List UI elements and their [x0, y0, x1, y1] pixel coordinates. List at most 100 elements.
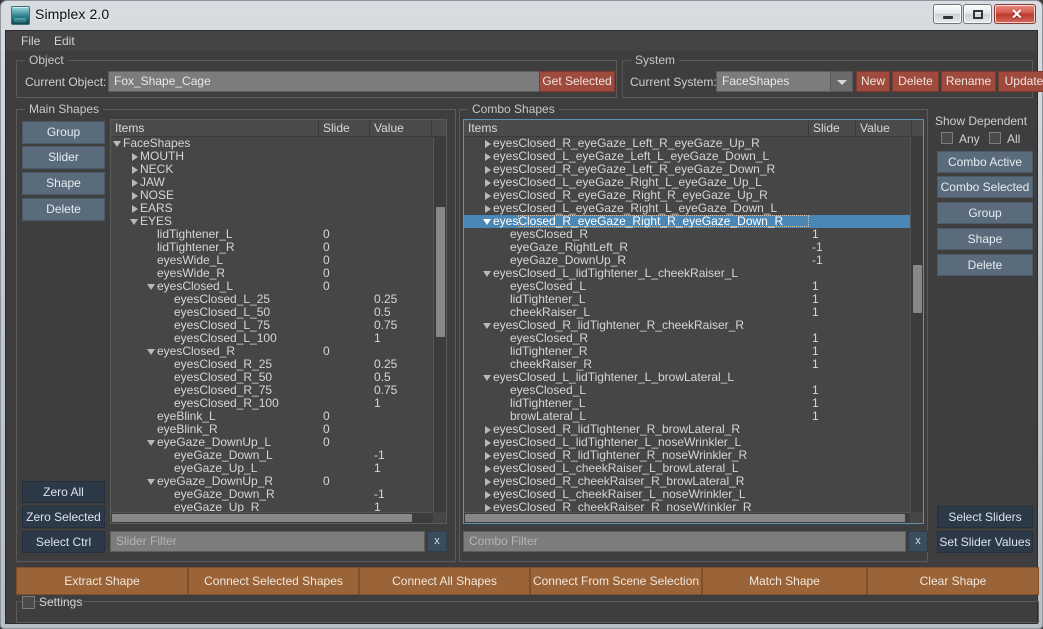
table-row[interactable]: eyesClosed_R_25 0.25	[111, 358, 446, 371]
main-slider-button[interactable]: Slider	[22, 146, 105, 169]
main-tree-vscroll-thumb[interactable]	[436, 207, 445, 337]
chevron-right-icon[interactable]	[483, 163, 492, 176]
select-ctrl-button[interactable]: Select Ctrl	[22, 531, 105, 553]
current-system-combobox[interactable]: FaceShapes	[716, 71, 831, 92]
main-tree-body[interactable]: FaceShapes MOUTH NECK JAW NOSE EARS EYES lidTig…	[111, 137, 446, 523]
main-tree-hscrollbar[interactable]	[111, 512, 433, 523]
zero-selected-button[interactable]: Zero Selected	[22, 506, 105, 528]
chevron-right-icon[interactable]	[483, 150, 492, 163]
chevron-down-icon[interactable]	[147, 280, 156, 293]
chevron-right-icon[interactable]	[483, 176, 492, 189]
chevron-right-icon[interactable]	[483, 137, 492, 150]
maximize-button[interactable]	[963, 4, 992, 24]
chevron-down-icon[interactable]	[113, 137, 122, 150]
chevron-right-icon[interactable]	[130, 150, 139, 163]
chevron-right-icon[interactable]	[483, 475, 492, 488]
chevron-right-icon[interactable]	[130, 176, 139, 189]
table-row[interactable]: eyeGaze_Down_R -1	[111, 488, 446, 501]
title-bar[interactable]: Simplex 2.0 ✕	[1, 1, 1042, 30]
main-delete-button[interactable]: Delete	[22, 198, 105, 221]
select-sliders-button[interactable]: Select Sliders	[937, 506, 1033, 528]
chevron-down-icon[interactable]	[130, 215, 139, 228]
chevron-right-icon[interactable]	[483, 488, 492, 501]
combo-tree-vscroll-thumb[interactable]	[913, 265, 922, 313]
app-body: File Edit Object Current Object: Fox_Sha…	[5, 30, 1043, 624]
dependent-any-checkbox[interactable]	[941, 132, 953, 144]
minimize-button[interactable]	[933, 4, 962, 24]
settings-label: Settings	[39, 595, 83, 609]
combo-col-items[interactable]: Items	[464, 120, 809, 137]
get-selected-button[interactable]: Get Selected	[539, 71, 615, 92]
close-button[interactable]: ✕	[994, 4, 1036, 24]
chevron-down-icon[interactable]	[147, 475, 156, 488]
table-row[interactable]: eyeGaze_DownUp_R 0	[111, 475, 446, 488]
combo-shape-button[interactable]: Shape	[937, 228, 1033, 250]
combo-tree-body[interactable]: eyesClosed_R_eyeGaze_Left_R_eyeGaze_Up_R…	[464, 137, 923, 523]
chevron-right-icon[interactable]	[483, 436, 492, 449]
window-title: Simplex 2.0	[35, 6, 110, 22]
new-system-button[interactable]: New	[856, 71, 890, 92]
combo-selected-button[interactable]: Combo Selected	[937, 176, 1033, 198]
main-col-items[interactable]: Items	[111, 120, 319, 137]
tree-item-slide: 0	[323, 279, 330, 293]
combo-tree-hscroll-thumb[interactable]	[465, 514, 905, 522]
combo-col-spacer	[912, 120, 923, 137]
slider-filter-input[interactable]: Slider Filter	[110, 531, 425, 552]
clear-shape-button[interactable]: Clear Shape	[867, 567, 1039, 595]
chevron-right-icon[interactable]	[130, 202, 139, 215]
connect-from-scene-selection-button[interactable]: Connect From Scene Selection	[530, 567, 702, 595]
connect-all-shapes-button[interactable]: Connect All Shapes	[359, 567, 530, 595]
main-col-slide[interactable]: Slide	[319, 120, 370, 137]
table-row[interactable]: eyeGaze_DownUp_L 0	[111, 436, 446, 449]
chevron-right-icon[interactable]	[483, 449, 492, 462]
main-group-button[interactable]: Group	[22, 121, 105, 144]
connect-selected-shapes-button[interactable]: Connect Selected Shapes	[188, 567, 359, 595]
main-tree-hscroll-thumb[interactable]	[112, 514, 412, 522]
combo-active-button[interactable]: Combo Active	[937, 151, 1033, 173]
settings-checkbox[interactable]	[22, 596, 35, 609]
delete-system-button[interactable]: Delete	[892, 71, 939, 92]
combo-col-slide[interactable]: Slide	[809, 120, 856, 137]
chevron-right-icon[interactable]	[130, 189, 139, 202]
dependent-all-checkbox[interactable]	[989, 132, 1001, 144]
combo-tree-vscrollbar[interactable]	[910, 137, 923, 512]
set-slider-values-button[interactable]: Set Slider Values	[937, 531, 1033, 553]
main-shapes-tree[interactable]: Items Slide Value FaceShapes MOUTH NECK JAW…	[110, 119, 447, 524]
chevron-right-icon[interactable]	[483, 189, 492, 202]
table-row[interactable]: eyesClosed_L_75 0.75	[111, 319, 446, 332]
zero-all-button[interactable]: Zero All	[22, 481, 105, 503]
main-col-value[interactable]: Value	[370, 120, 432, 137]
combo-col-value[interactable]: Value	[856, 120, 912, 137]
combo-shapes-tree[interactable]: Items Slide Value eyesClosed_R_eyeGaze_L…	[463, 119, 924, 524]
tree-item-slide: 0	[323, 474, 330, 488]
combo-filter-input[interactable]: Combo Filter	[463, 531, 906, 552]
combo-tree-hscrollbar[interactable]	[464, 512, 910, 523]
table-row[interactable]: eyeGaze_Down_L -1	[111, 449, 446, 462]
chevron-down-icon[interactable]	[147, 345, 156, 358]
chevron-down-icon[interactable]	[147, 436, 156, 449]
update-system-button[interactable]: Update	[998, 71, 1043, 92]
main-shape-button[interactable]: Shape	[22, 172, 105, 195]
chevron-down-icon[interactable]	[483, 371, 492, 384]
chevron-right-icon[interactable]	[483, 462, 492, 475]
combo-delete-button[interactable]: Delete	[937, 254, 1033, 276]
chevron-down-icon[interactable]	[483, 319, 492, 332]
chevron-down-icon[interactable]	[830, 71, 853, 92]
match-shape-button[interactable]: Match Shape	[702, 567, 867, 595]
combo-tree-header: Items Slide Value	[464, 120, 923, 137]
extract-shape-button[interactable]: Extract Shape	[16, 567, 188, 595]
chevron-right-icon[interactable]	[483, 202, 492, 215]
chevron-right-icon[interactable]	[483, 423, 492, 436]
slider-filter-clear-button[interactable]: x	[427, 531, 447, 552]
menu-file[interactable]: File	[16, 34, 45, 49]
chevron-down-icon[interactable]	[483, 267, 492, 280]
chevron-right-icon[interactable]	[130, 163, 139, 176]
combo-filter-clear-button[interactable]: x	[908, 531, 928, 552]
current-object-field[interactable]: Fox_Shape_Cage	[108, 71, 542, 92]
main-tree-vscrollbar[interactable]	[433, 137, 446, 512]
combo-group-button[interactable]: Group	[937, 202, 1033, 224]
rename-system-button[interactable]: Rename	[941, 71, 996, 92]
menu-edit[interactable]: Edit	[49, 34, 80, 49]
table-row[interactable]: eyesClosed_L_25 0.25	[111, 293, 446, 306]
chevron-down-icon[interactable]	[483, 215, 492, 228]
